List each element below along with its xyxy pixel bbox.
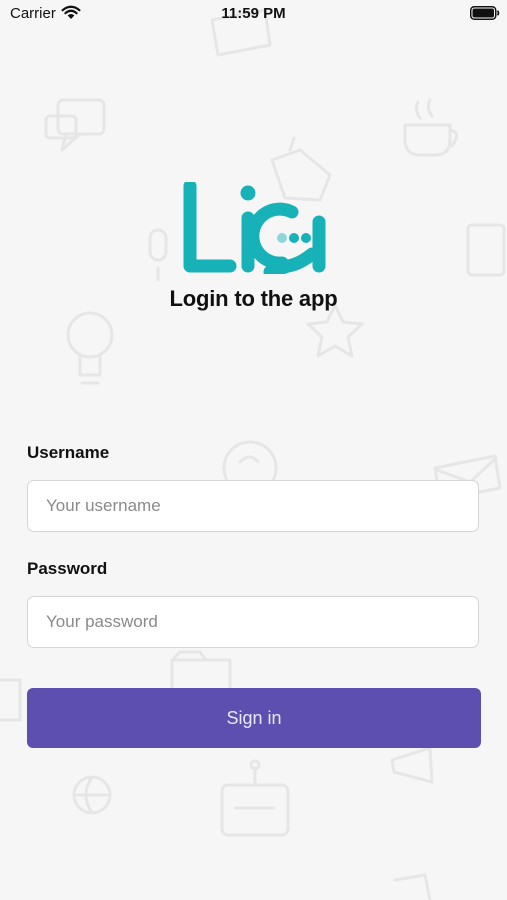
mic-doodle-icon [148,228,168,282]
cup-doodle-icon [403,98,458,157]
folder-doodle-icon [170,650,232,692]
box-doodle-icon [466,223,506,277]
password-input[interactable] [27,596,479,648]
tag-doodle-icon [393,873,432,900]
globe-doodle-icon [72,775,112,815]
card-doodle-icon [0,678,22,722]
bulb-doodle-icon [66,311,114,385]
battery-icon [470,6,500,25]
status-time: 11:59 PM [221,5,286,22]
robot-doodle-icon [220,759,290,837]
megaphone-doodle-icon [390,746,434,784]
chat-doodle-icon [44,98,106,152]
username-input[interactable] [27,480,479,532]
password-label: Password [27,559,108,578]
star-doodle-icon [306,303,364,358]
username-label: Username [27,443,110,462]
app-logo [178,179,328,279]
page-title: Login to the app [169,286,338,311]
sign-in-button[interactable]: Sign in [27,688,481,748]
status-bar: Carrier 11:59 PM [0,0,507,28]
